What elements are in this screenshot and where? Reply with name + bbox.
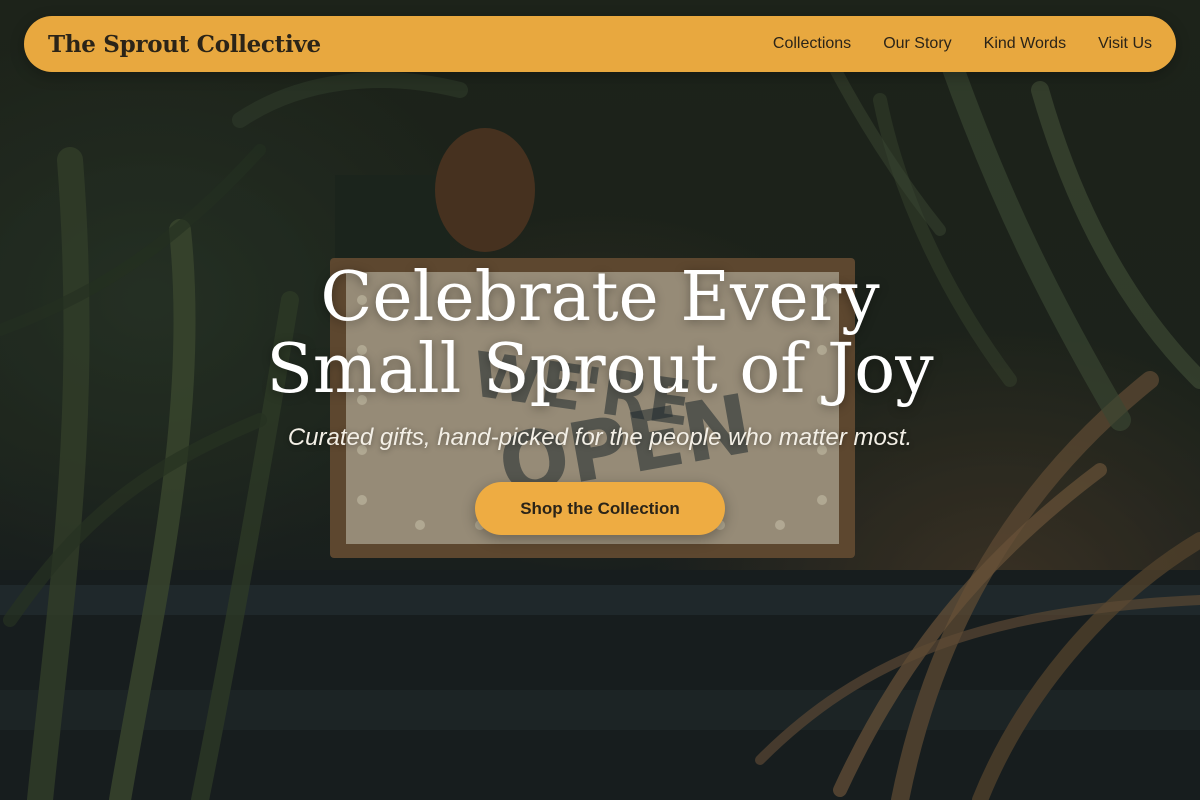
nav-link-visit-us[interactable]: Visit Us <box>1098 35 1152 53</box>
top-navigation-bar: The Sprout Collective Collections Our St… <box>24 16 1176 72</box>
hero-section: Celebrate Every Small Sprout of Joy Cura… <box>0 262 1200 535</box>
brand-logo-text[interactable]: The Sprout Collective <box>48 31 321 58</box>
nav-link-collections[interactable]: Collections <box>773 35 851 53</box>
hero-title: Celebrate Every Small Sprout of Joy <box>266 258 934 409</box>
nav-link-kind-words[interactable]: Kind Words <box>984 35 1066 53</box>
nav-links: Collections Our Story Kind Words Visit U… <box>773 35 1152 53</box>
hero-subtitle: Curated gifts, hand-picked for the peopl… <box>287 424 913 451</box>
shop-collection-button[interactable]: Shop the Collection <box>475 482 725 535</box>
nav-link-our-story[interactable]: Our Story <box>883 35 951 53</box>
